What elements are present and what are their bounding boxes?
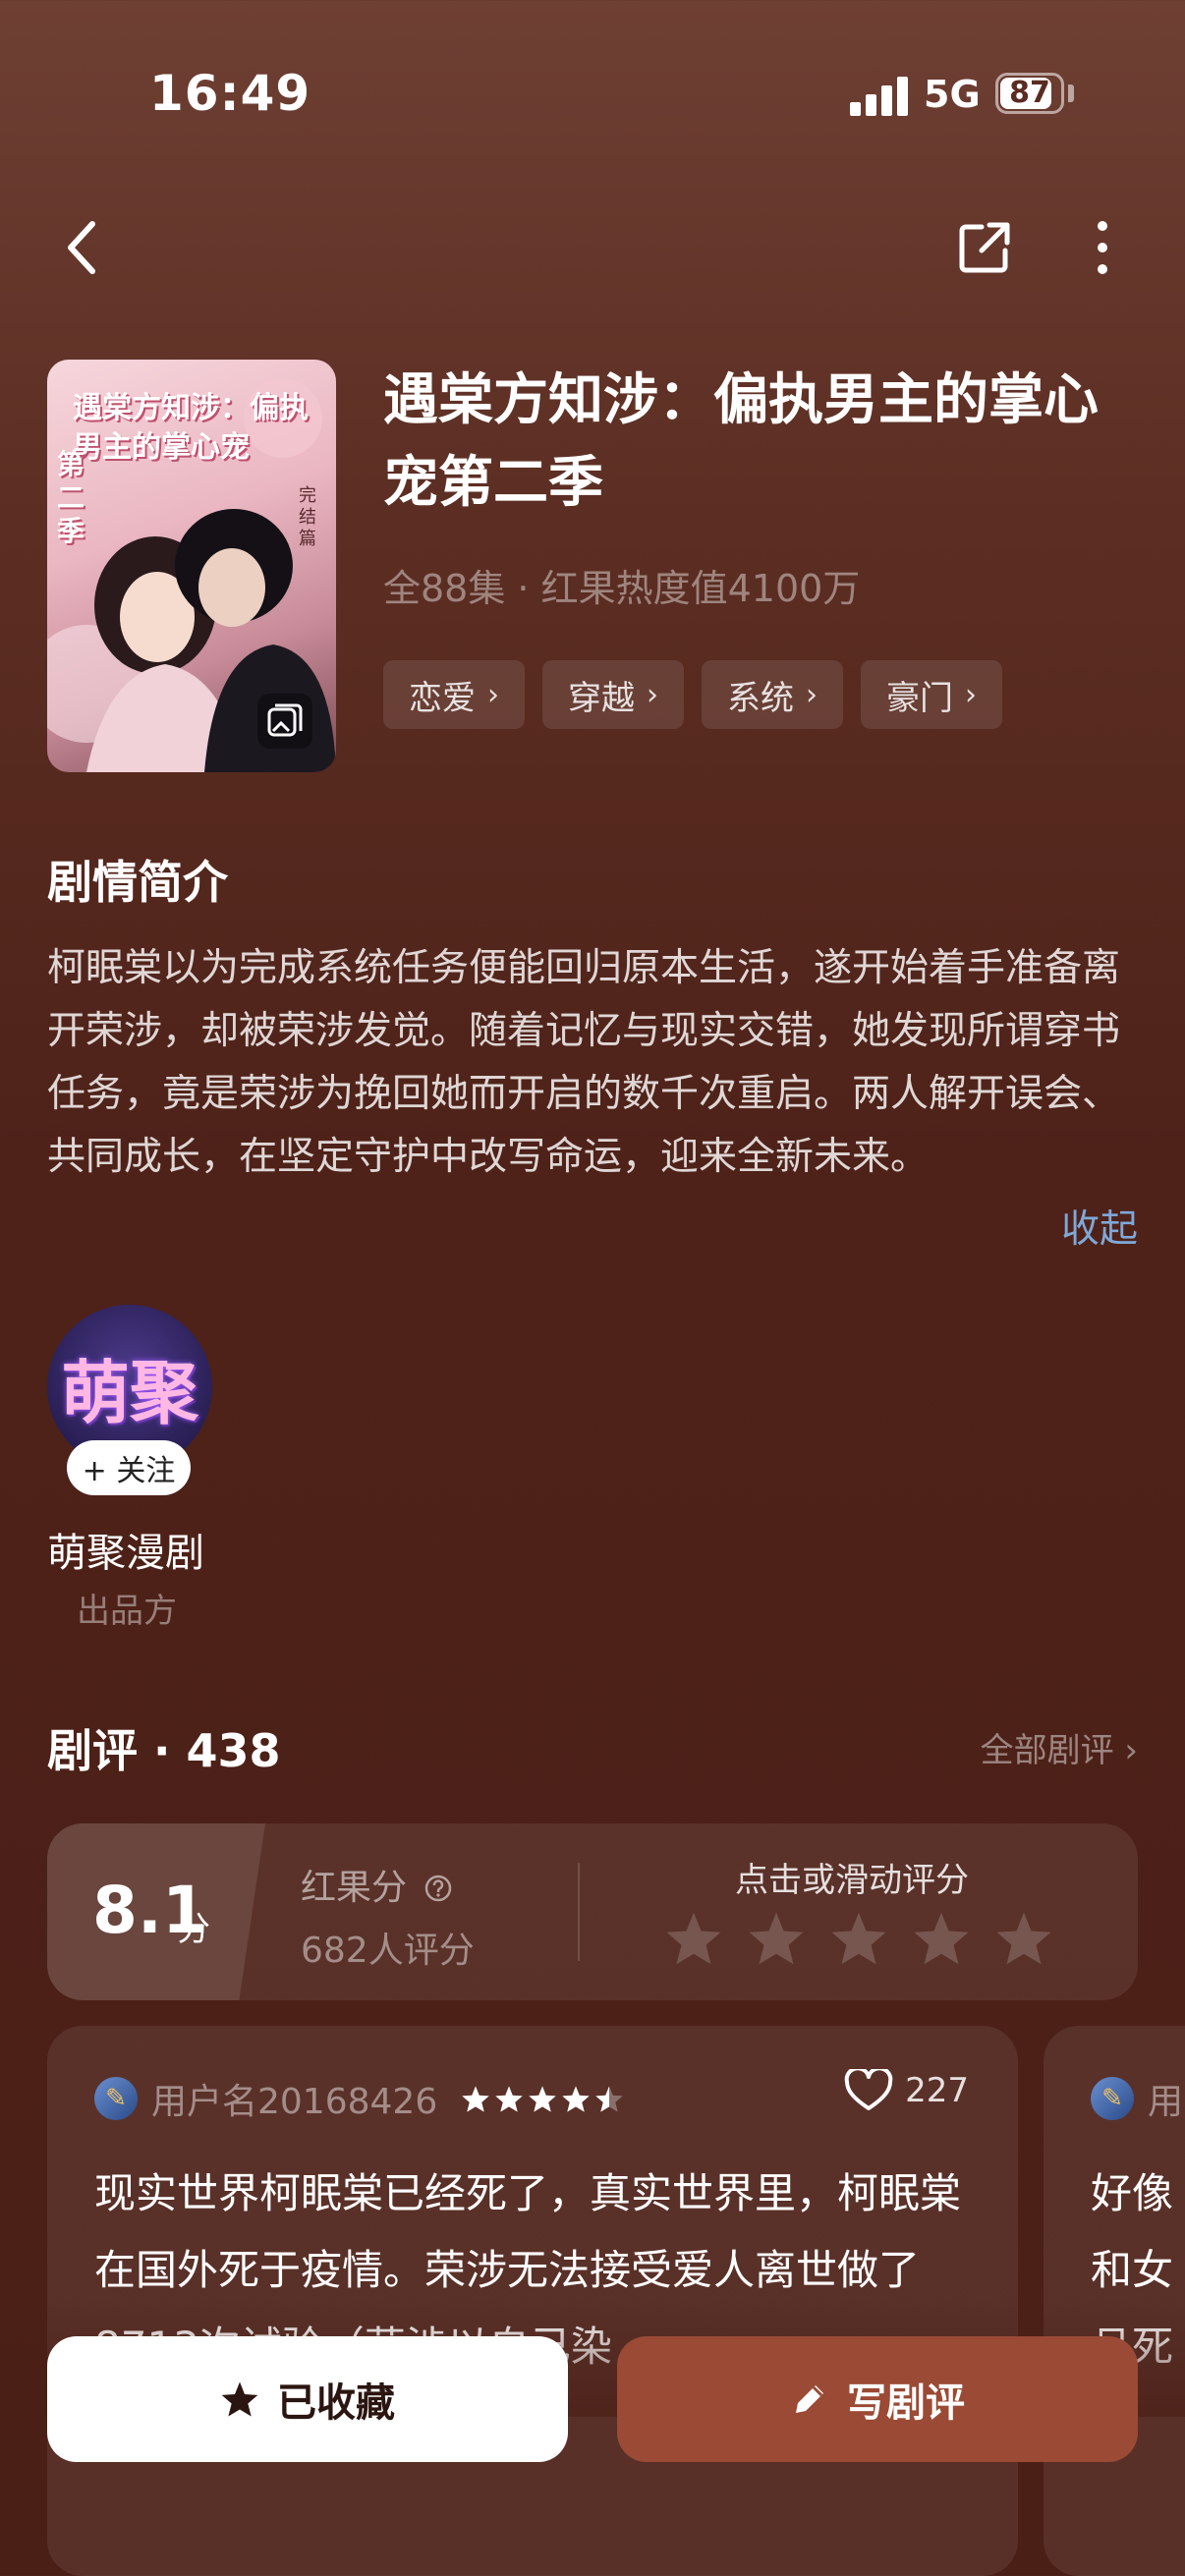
collected-button[interactable]: 已收藏 (47, 2336, 568, 2462)
synopsis-text: 柯眠棠以为完成系统任务便能回归原本生活，遂开始着手准备离开荣涉，却被荣涉发觉。随… (47, 946, 1121, 1179)
review-rating (461, 2085, 624, 2113)
rating-star-icon (529, 2085, 556, 2112)
battery-icon: 87 (995, 73, 1064, 114)
status-time: 16:49 (149, 65, 311, 122)
drama-poster[interactable]: 遇棠方知涉：偏执男主的掌心宠 第二季 完结篇 (47, 360, 336, 772)
rate-hint: 点击或滑动评分 (735, 1861, 969, 1900)
write-review-label: 写剧评 (847, 2380, 965, 2426)
star-icon (221, 2381, 258, 2417)
divider (578, 1863, 580, 1961)
chevron-right-icon: › (647, 677, 658, 712)
poster-season: 第二季 (57, 448, 85, 547)
rating-star-icon (595, 2085, 623, 2112)
tag-wealthy[interactable]: 豪门 › (861, 660, 1002, 729)
battery-nub (1068, 84, 1074, 102)
share-icon (959, 222, 1010, 273)
tag-system[interactable]: 系统 › (702, 660, 843, 729)
like-count: 227 (905, 2071, 969, 2110)
signal-icon (850, 75, 909, 116)
review-username[interactable]: 用户名20168426 (151, 2073, 437, 2124)
share-button[interactable] (945, 208, 1024, 287)
user-avatar[interactable]: ✎ (94, 2077, 138, 2120)
more-icon (1098, 221, 1107, 274)
reviews-title: 剧评 · 438 (47, 1724, 281, 1777)
follow-button[interactable]: + 关注 (67, 1440, 191, 1495)
user-avatar[interactable]: ✎ (1091, 2077, 1134, 2120)
battery-level: 87 (1009, 76, 1050, 110)
synopsis-heading: 剧情简介 (47, 856, 228, 909)
tag-label: 恋爱 (409, 678, 476, 718)
star-icon[interactable] (747, 1910, 806, 1967)
poster-badge: 完结篇 (299, 485, 316, 549)
drama-meta: 全88集 · 红果热度值4100万 (383, 567, 861, 610)
star-icon[interactable] (994, 1910, 1053, 1967)
star-icon[interactable] (912, 1910, 971, 1967)
network-type: 5G (924, 73, 981, 116)
heart-icon (844, 2069, 893, 2110)
chevron-right-icon: › (487, 677, 499, 712)
rating-star-icon (462, 2085, 489, 2112)
score-unit: 分 (177, 1910, 210, 1949)
producer-role: 出品方 (77, 1592, 177, 1631)
rater-count: 682人评分 (301, 1931, 475, 1971)
all-reviews-link[interactable]: 全部剧评 › (981, 1723, 1138, 1771)
back-icon (68, 221, 95, 274)
producer-name[interactable]: 萌聚漫剧 (47, 1521, 204, 1578)
collapse-link[interactable]: 收起 (1061, 1199, 1138, 1254)
more-button[interactable] (1063, 208, 1142, 287)
rating-card: 8.1 分 红果分 682人评分 点击或滑动评分 (47, 1823, 1138, 2000)
image-icon (267, 703, 303, 737)
rating-star-icon (495, 2085, 523, 2112)
write-review-button[interactable]: 写剧评 (617, 2336, 1138, 2462)
review-header: ✎ 用 (1091, 2073, 1183, 2124)
tag-label: 系统 (727, 678, 794, 718)
review-header: ✎ 用户名20168426 (94, 2073, 624, 2124)
drama-title: 遇棠方知涉：偏执男主的掌心宠第二季 (383, 368, 1099, 515)
review-username[interactable]: 用 (1148, 2073, 1183, 2124)
chevron-right-icon: › (965, 677, 977, 712)
star-icon[interactable] (664, 1910, 723, 1967)
pencil-icon (796, 2385, 823, 2413)
score-label-text: 红果分 (301, 1868, 408, 1908)
tag-label: 穿越 (568, 678, 635, 718)
like-button[interactable]: 227 (844, 2069, 969, 2112)
question-icon[interactable] (423, 1874, 453, 1903)
rate-stars[interactable] (664, 1910, 1053, 1967)
tag-time-travel[interactable]: 穿越 › (542, 660, 684, 729)
rating-star-icon (562, 2085, 590, 2112)
chevron-right-icon: › (806, 677, 818, 712)
poster-preview-button[interactable] (257, 694, 312, 749)
poster-title: 遇棠方知涉：偏执男主的掌心宠 (73, 391, 309, 465)
star-icon[interactable] (829, 1910, 888, 1967)
back-button[interactable] (43, 208, 122, 287)
producer-logo: 萌聚 (61, 1352, 198, 1433)
tag-label: 豪门 (886, 678, 953, 718)
collected-label: 已收藏 (277, 2380, 395, 2426)
score-label: 红果分 (301, 1859, 453, 1910)
tag-romance[interactable]: 恋爱 › (383, 660, 525, 729)
tag-list: 恋爱 › 穿越 › 系统 › 豪门 › (383, 660, 1002, 729)
